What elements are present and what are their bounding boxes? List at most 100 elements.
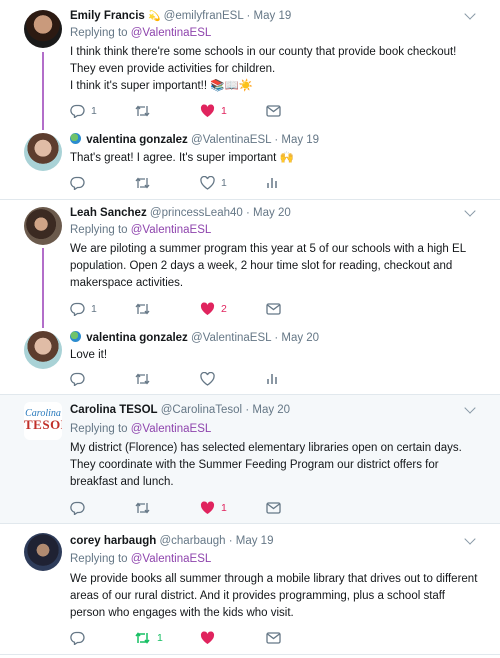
tweet-header: Leah Sanchez @princessLeah40 · May 20 <box>70 207 291 219</box>
heart-filled-icon <box>200 631 215 644</box>
retweet-button[interactable] <box>134 175 157 191</box>
avatar-carolina-tesol[interactable]: Carolina TESOL <box>24 402 62 440</box>
reply-button[interactable] <box>70 175 91 191</box>
reply-button[interactable]: 1 <box>70 301 97 317</box>
tweet-divider <box>0 654 500 655</box>
like-button[interactable]: 1 <box>200 175 227 191</box>
retweet-button[interactable] <box>134 103 157 119</box>
reply-button[interactable] <box>70 630 91 646</box>
retweet-button[interactable] <box>134 301 157 317</box>
tweet-header: Emily Francis 💫 @emilyfranESL · May 19 <box>70 10 291 22</box>
tweet-line: makerspace activities. <box>70 277 184 289</box>
chevron-down-icon[interactable] <box>464 533 476 545</box>
direct-message-button[interactable] <box>266 301 281 317</box>
author-handle[interactable]: @charbaugh <box>159 535 225 547</box>
retweet-button[interactable]: 1 <box>134 630 163 646</box>
mention-link[interactable]: @ValentinaESL <box>131 553 212 565</box>
like-button[interactable] <box>200 630 221 646</box>
retweet-icon <box>135 303 150 315</box>
replying-to: Replying to @ValentinaESL <box>70 423 211 435</box>
timestamp[interactable]: May 19 <box>281 134 319 146</box>
tweet-line: That's great! I agree. It's super import… <box>70 152 294 164</box>
separator-dot: · <box>245 207 250 219</box>
analytics-icon <box>267 178 277 188</box>
author-name[interactable]: valentina gonzalez <box>86 134 188 146</box>
heart-filled-icon <box>200 104 215 117</box>
separator-dot: · <box>274 134 279 146</box>
tweet-line: We are piloting a summer program this ye… <box>70 243 467 255</box>
tweet-line: breakfast and lunch. <box>70 476 174 488</box>
replying-label: Replying to <box>70 224 128 236</box>
author-name[interactable]: Emily Francis <box>70 10 145 22</box>
tweet-header: corey harbaugh @charbaugh · May 19 <box>70 535 273 547</box>
tweet-text: My district (Florence) has selected elem… <box>70 440 480 491</box>
direct-message-button[interactable] <box>266 630 281 646</box>
avatar-emily-francis[interactable] <box>24 10 62 48</box>
mention-link[interactable]: @ValentinaESL <box>131 423 212 435</box>
replying-to: Replying to @ValentinaESL <box>70 224 211 236</box>
replying-to: Replying to @ValentinaESL <box>70 553 211 565</box>
avatar-corey-harbaugh[interactable] <box>24 533 62 571</box>
retweet-icon <box>135 373 150 385</box>
timestamp[interactable]: May 19 <box>254 10 292 22</box>
reply-button[interactable] <box>70 371 91 387</box>
direct-message-button[interactable] <box>266 500 281 516</box>
chevron-down-icon[interactable] <box>464 205 476 217</box>
replying-label: Replying to <box>70 553 128 565</box>
tweet-line: My district (Florence) has selected elem… <box>70 442 462 454</box>
author-handle[interactable]: @emilyfranESL <box>164 10 244 22</box>
author-handle[interactable]: @ValentinaESL <box>191 332 271 344</box>
separator-dot: · <box>274 332 279 344</box>
replying-label: Replying to <box>70 27 128 39</box>
timestamp[interactable]: May 20 <box>252 404 290 416</box>
timestamp[interactable]: May 20 <box>253 207 291 219</box>
author-name[interactable]: valentina gonzalez <box>86 332 188 344</box>
like-button[interactable] <box>200 371 221 387</box>
like-button[interactable]: 2 <box>200 301 227 317</box>
thread-line <box>42 52 44 130</box>
tweet-line: I think it's super important!! 📚📖☀️ <box>70 80 254 92</box>
avatar-valentina-gonzalez[interactable] <box>24 133 62 171</box>
mail-icon <box>266 632 281 644</box>
author-name[interactable]: Leah Sanchez <box>70 207 147 219</box>
like-button[interactable]: 1 <box>200 500 227 516</box>
direct-message-button[interactable] <box>266 103 281 119</box>
analytics-button[interactable] <box>266 175 278 191</box>
mail-icon <box>266 303 281 315</box>
retweet-button[interactable] <box>134 500 157 516</box>
mention-link[interactable]: @ValentinaESL <box>131 224 212 236</box>
tweet-actions: 1 <box>70 175 290 191</box>
author-name[interactable]: Carolina TESOL <box>70 404 158 416</box>
reply-count: 1 <box>91 105 97 117</box>
author-name[interactable]: corey harbaugh <box>70 535 156 547</box>
like-button[interactable]: 1 <box>200 103 227 119</box>
name-emoji: 💫 <box>148 11 161 22</box>
avatar-valentina-gonzalez[interactable] <box>24 331 62 369</box>
chevron-down-icon[interactable] <box>464 8 476 20</box>
reply-icon <box>70 501 85 515</box>
tweet-line: person who engages with the kids who vis… <box>70 607 294 619</box>
avatar-leah-sanchez[interactable] <box>24 207 62 245</box>
logo-tesol-text: TESOL <box>24 417 62 432</box>
analytics-icon <box>267 374 277 384</box>
reply-button[interactable] <box>70 500 91 516</box>
timestamp[interactable]: May 19 <box>236 535 274 547</box>
author-handle[interactable]: @ValentinaESL <box>191 134 271 146</box>
tweet-text: We provide books all summer through a mo… <box>70 571 480 622</box>
reply-icon <box>70 302 85 316</box>
tweet-line: They coordinate with the Summer Feeding … <box>70 459 439 471</box>
tweet-header: valentina gonzalez @ValentinaESL · May 1… <box>70 133 319 146</box>
tweet-line: population. Open 2 days a week, 2 hour t… <box>70 260 453 272</box>
retweet-icon <box>135 105 150 117</box>
analytics-button[interactable] <box>266 371 278 387</box>
tweet-actions: 1 1 <box>70 103 290 119</box>
retweet-button[interactable] <box>134 371 157 387</box>
timestamp[interactable]: May 20 <box>281 332 319 344</box>
retweet-icon <box>135 502 150 514</box>
tweet-text: That's great! I agree. It's super import… <box>70 150 480 167</box>
author-handle[interactable]: @princessLeah40 <box>150 207 243 219</box>
author-handle[interactable]: @CarolinaTesol <box>161 404 242 416</box>
mention-link[interactable]: @ValentinaESL <box>131 27 212 39</box>
reply-count: 1 <box>91 303 97 315</box>
reply-button[interactable]: 1 <box>70 103 97 119</box>
